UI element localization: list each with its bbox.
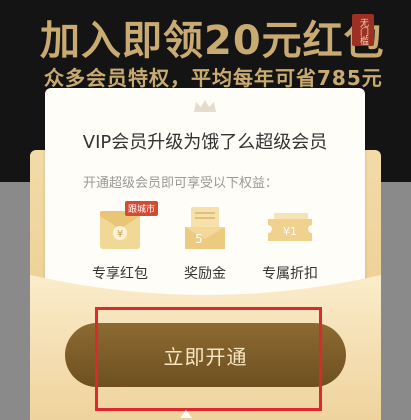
reward-glyph: 5 <box>195 232 203 246</box>
svg-text:¥: ¥ <box>117 229 123 240</box>
benefit-exclusive-discount: ¥1 专属折扣 <box>245 203 335 283</box>
banner-subtitle: 众多会员特权，平均每年可省785元 <box>44 66 383 90</box>
reward-cash-icon: 5 <box>177 203 233 253</box>
banner-title: 加入即领20元红包 <box>40 18 385 64</box>
crown-icon <box>194 100 216 112</box>
no-threshold-badge: 无门槛 <box>352 14 374 46</box>
card-description: 开通超级会员即可享受以下权益： <box>83 176 279 191</box>
pointer-triangle-icon <box>180 410 192 418</box>
red-envelope-icon: ¥ 跟城市 <box>92 201 158 253</box>
city-tag: 跟城市 <box>124 201 158 216</box>
benefit-exclusive-red-envelope: ¥ 跟城市 专享红包 <box>75 201 165 283</box>
card-title: VIP会员升级为饿了么超级会员 <box>82 132 328 153</box>
benefit-reward-cash: 5 奖励金 <box>160 203 250 283</box>
discount-glyph: ¥1 <box>283 225 297 238</box>
open-now-button[interactable]: 立即开通 <box>65 323 346 387</box>
discount-coupon-icon: ¥1 <box>262 203 318 253</box>
